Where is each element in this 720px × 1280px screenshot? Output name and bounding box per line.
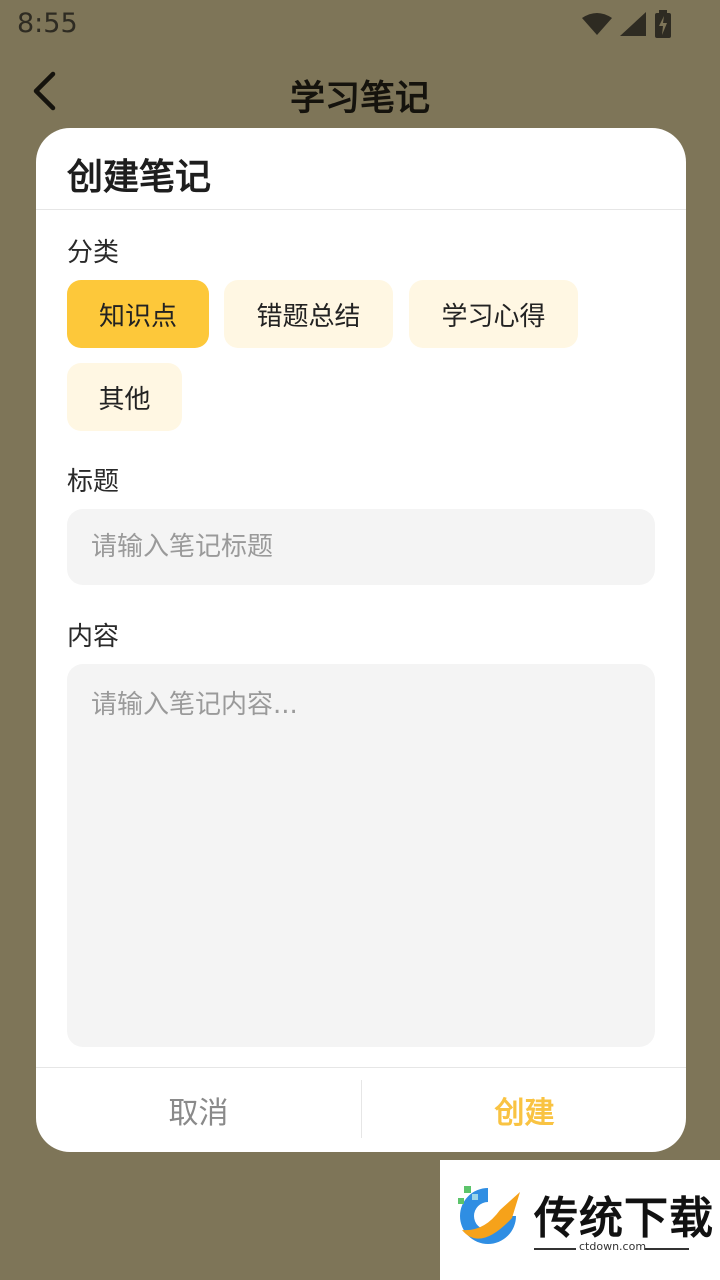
create-note-dialog: 创建笔记 分类 知识点 错题总结 学习心得 其他 标题 内容 取消 创建 xyxy=(36,128,686,1152)
status-time: 8:55 xyxy=(17,8,78,39)
status-bar: 8:55 xyxy=(0,0,720,50)
dialog-title: 创建笔记 xyxy=(67,157,212,198)
wifi-icon xyxy=(582,13,612,35)
watermark-url: ctdown.com xyxy=(579,1240,647,1253)
cancel-button[interactable]: 取消 xyxy=(36,1068,361,1152)
status-icons xyxy=(582,10,672,38)
content-label: 内容 xyxy=(67,622,120,652)
category-chip-insights[interactable]: 学习心得 xyxy=(409,280,578,348)
watermark: 传统下载 ctdown.com xyxy=(440,1160,720,1280)
note-content-textarea[interactable] xyxy=(67,664,655,1047)
category-chip-other[interactable]: 其他 xyxy=(67,363,182,431)
ctdown-logo-icon xyxy=(458,1186,520,1244)
category-chip-mistakes[interactable]: 错题总结 xyxy=(224,280,393,348)
create-button[interactable]: 创建 xyxy=(362,1068,686,1152)
watermark-text: 传统下载 xyxy=(534,1193,714,1244)
divider xyxy=(645,1248,689,1250)
category-label: 分类 xyxy=(67,238,120,268)
divider xyxy=(36,209,686,210)
signal-icon xyxy=(620,12,646,36)
title-label: 标题 xyxy=(67,467,120,497)
note-title-input[interactable] xyxy=(67,509,655,585)
category-chip-knowledge[interactable]: 知识点 xyxy=(67,280,209,348)
app-bar: 学习笔记 xyxy=(0,50,720,134)
divider xyxy=(534,1248,576,1250)
page-title: 学习笔记 xyxy=(289,79,430,119)
battery-charging-icon xyxy=(655,10,671,38)
